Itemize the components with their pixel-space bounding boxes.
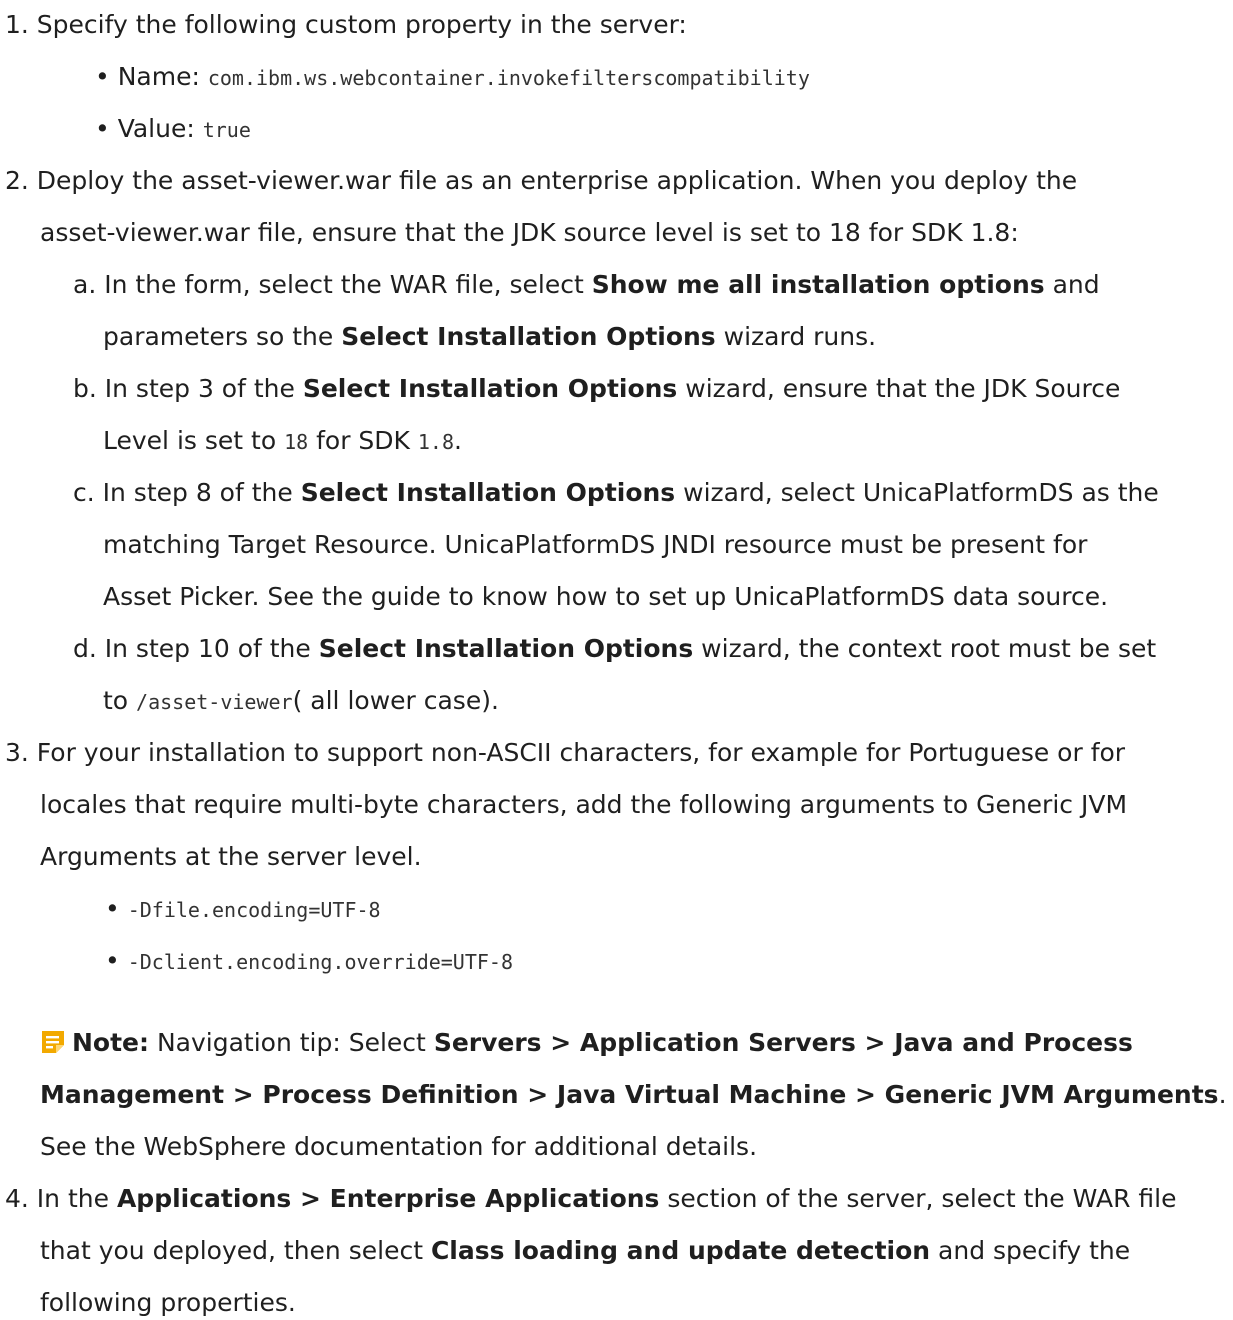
jvm-argument-bullet-2: • -Dclient.encoding.override=UTF-8 (105, 944, 513, 979)
step-2-line-1: 2. Deploy the asset-viewer.war file as a… (5, 166, 1078, 195)
client-encoding-arg: -Dclient.encoding.override=UTF-8 (127, 950, 514, 974)
step-4-line-1: 4. In the Applications > Enterprise Appl… (5, 1182, 1176, 1216)
substep-d-text-2: wizard, the context root must be set (693, 634, 1157, 663)
bullet: • (105, 894, 128, 923)
select-installation-options-label: Select Installation Options (300, 478, 676, 507)
substep-d-line-1: d. In step 10 of the Select Installation… (73, 632, 1156, 666)
substep-a-text-3: parameters so the (103, 322, 342, 351)
substep-d-line-2: to /asset-viewer( all lower case). (103, 684, 499, 719)
step-4-text-4: and specify the (930, 1236, 1131, 1265)
step-3-line-3: Arguments at the server level. (40, 842, 422, 871)
context-root-value: /asset-viewer (136, 690, 293, 714)
step-3-line-1: 3. For your installation to support non-… (5, 738, 1126, 767)
substep-c-line-2: matching Target Resource. UnicaPlatformD… (103, 530, 1088, 559)
class-loading-label: Class loading and update detection (430, 1236, 931, 1265)
step-1: 1. Specify the following custom property… (5, 10, 687, 39)
file-encoding-arg: -Dfile.encoding=UTF-8 (127, 898, 381, 922)
show-all-options-label: Show me all installation options (591, 270, 1045, 299)
enterprise-applications-path: Applications > Enterprise Applications (116, 1184, 660, 1213)
select-installation-options-label: Select Installation Options (302, 374, 678, 403)
property-value-line: • Value: true (95, 112, 251, 147)
sdk-version-value: 1.8 (417, 430, 455, 454)
step-4-text-3: that you deployed, then select (40, 1236, 431, 1265)
jdk-source-level-value: 18 (284, 430, 309, 454)
substep-b-text-3: Level is set to (103, 426, 285, 455)
step-4-line-2: that you deployed, then select Class loa… (40, 1234, 1130, 1268)
substep-b-line-2: Level is set to 18 for SDK 1.8. (103, 424, 462, 459)
note-line-3: See the WebSphere documentation for addi… (40, 1132, 758, 1161)
substep-a-text-4: wizard runs. (715, 322, 877, 351)
substep-a-line-2: parameters so the Select Installation Op… (103, 320, 876, 354)
step-4-text: 4. In the (5, 1184, 117, 1213)
property-value-value: true (202, 118, 251, 142)
substep-b-text-4: for SDK (308, 426, 418, 455)
bullet: • (105, 946, 128, 975)
step-3-line-2: locales that require multi-byte characte… (40, 790, 1128, 819)
substep-c-line-1: c. In step 8 of the Select Installation … (73, 476, 1159, 510)
note-line-2: Management > Process Definition > Java V… (40, 1078, 1227, 1112)
note-text: Navigation tip: Select (149, 1028, 434, 1057)
substep-c-text-2: wizard, select UnicaPlatformDS as the (675, 478, 1159, 507)
note-label: Note: (72, 1028, 150, 1057)
note-icon (40, 1029, 66, 1064)
note-path-2: Management > Process Definition > Java V… (40, 1080, 1219, 1109)
substep-c-line-3: Asset Picker. See the guide to know how … (103, 582, 1109, 611)
step-2-line-2: asset-viewer.war file, ensure that the J… (40, 218, 1019, 247)
substep-b-text-2: wizard, ensure that the JDK Source (677, 374, 1121, 403)
property-name-value: com.ibm.ws.webcontainer.invokefilterscom… (207, 66, 810, 90)
substep-b-text-5: . (454, 426, 462, 455)
substep-d-text-4: ( all lower case). (292, 686, 499, 715)
note-path-1: Servers > Application Servers > Java and… (433, 1028, 1133, 1057)
step-4-text-2: section of the server, select the WAR fi… (659, 1184, 1177, 1213)
property-value-label: • Value: (95, 114, 203, 143)
substep-a-line-1: a. In the form, select the WAR file, sel… (73, 268, 1100, 302)
jvm-argument-bullet-1: • -Dfile.encoding=UTF-8 (105, 892, 381, 927)
substep-d-text-3: to (103, 686, 137, 715)
substep-b-line-1: b. In step 3 of the Select Installation … (73, 372, 1120, 406)
substep-a-text: a. In the form, select the WAR file, sel… (73, 270, 592, 299)
property-name-label: • Name: (95, 62, 208, 91)
substep-c-text: c. In step 8 of the (73, 478, 301, 507)
substep-b-text: b. In step 3 of the (73, 374, 303, 403)
property-name-line: • Name: com.ibm.ws.webcontainer.invokefi… (95, 60, 810, 95)
note-line-1: Note: Navigation tip: Select Servers > A… (40, 1026, 1133, 1064)
step-4-line-3: following properties. (40, 1288, 296, 1317)
select-installation-options-label: Select Installation Options (318, 634, 694, 663)
note-period: . (1218, 1080, 1227, 1109)
substep-a-text-2: and (1044, 270, 1100, 299)
select-installation-options-label: Select Installation Options (341, 322, 716, 351)
substep-d-text: d. In step 10 of the (73, 634, 319, 663)
